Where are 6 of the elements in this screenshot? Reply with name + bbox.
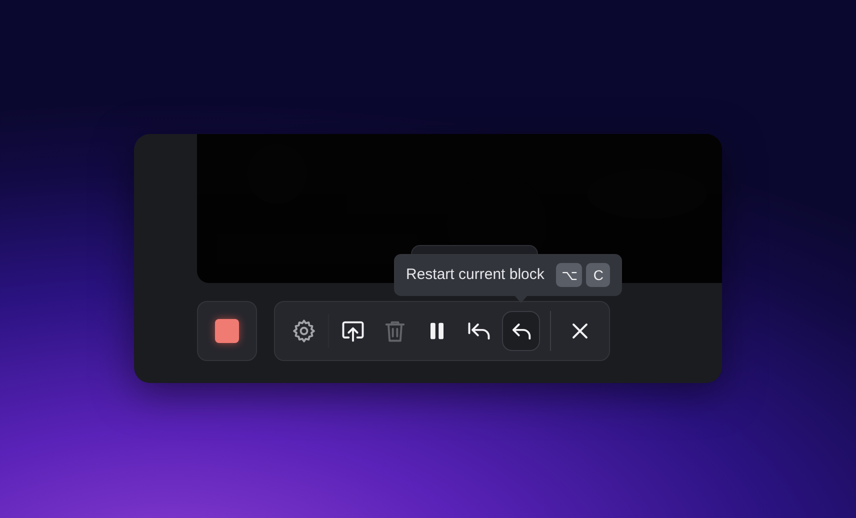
- shortcut-key: C: [586, 263, 610, 287]
- tooltip-text: Restart current block: [406, 264, 544, 285]
- stop-button[interactable]: [197, 301, 257, 361]
- restart-button[interactable]: [502, 311, 540, 351]
- gear-icon: [291, 318, 317, 344]
- shortcut-key: ⌥: [556, 263, 582, 287]
